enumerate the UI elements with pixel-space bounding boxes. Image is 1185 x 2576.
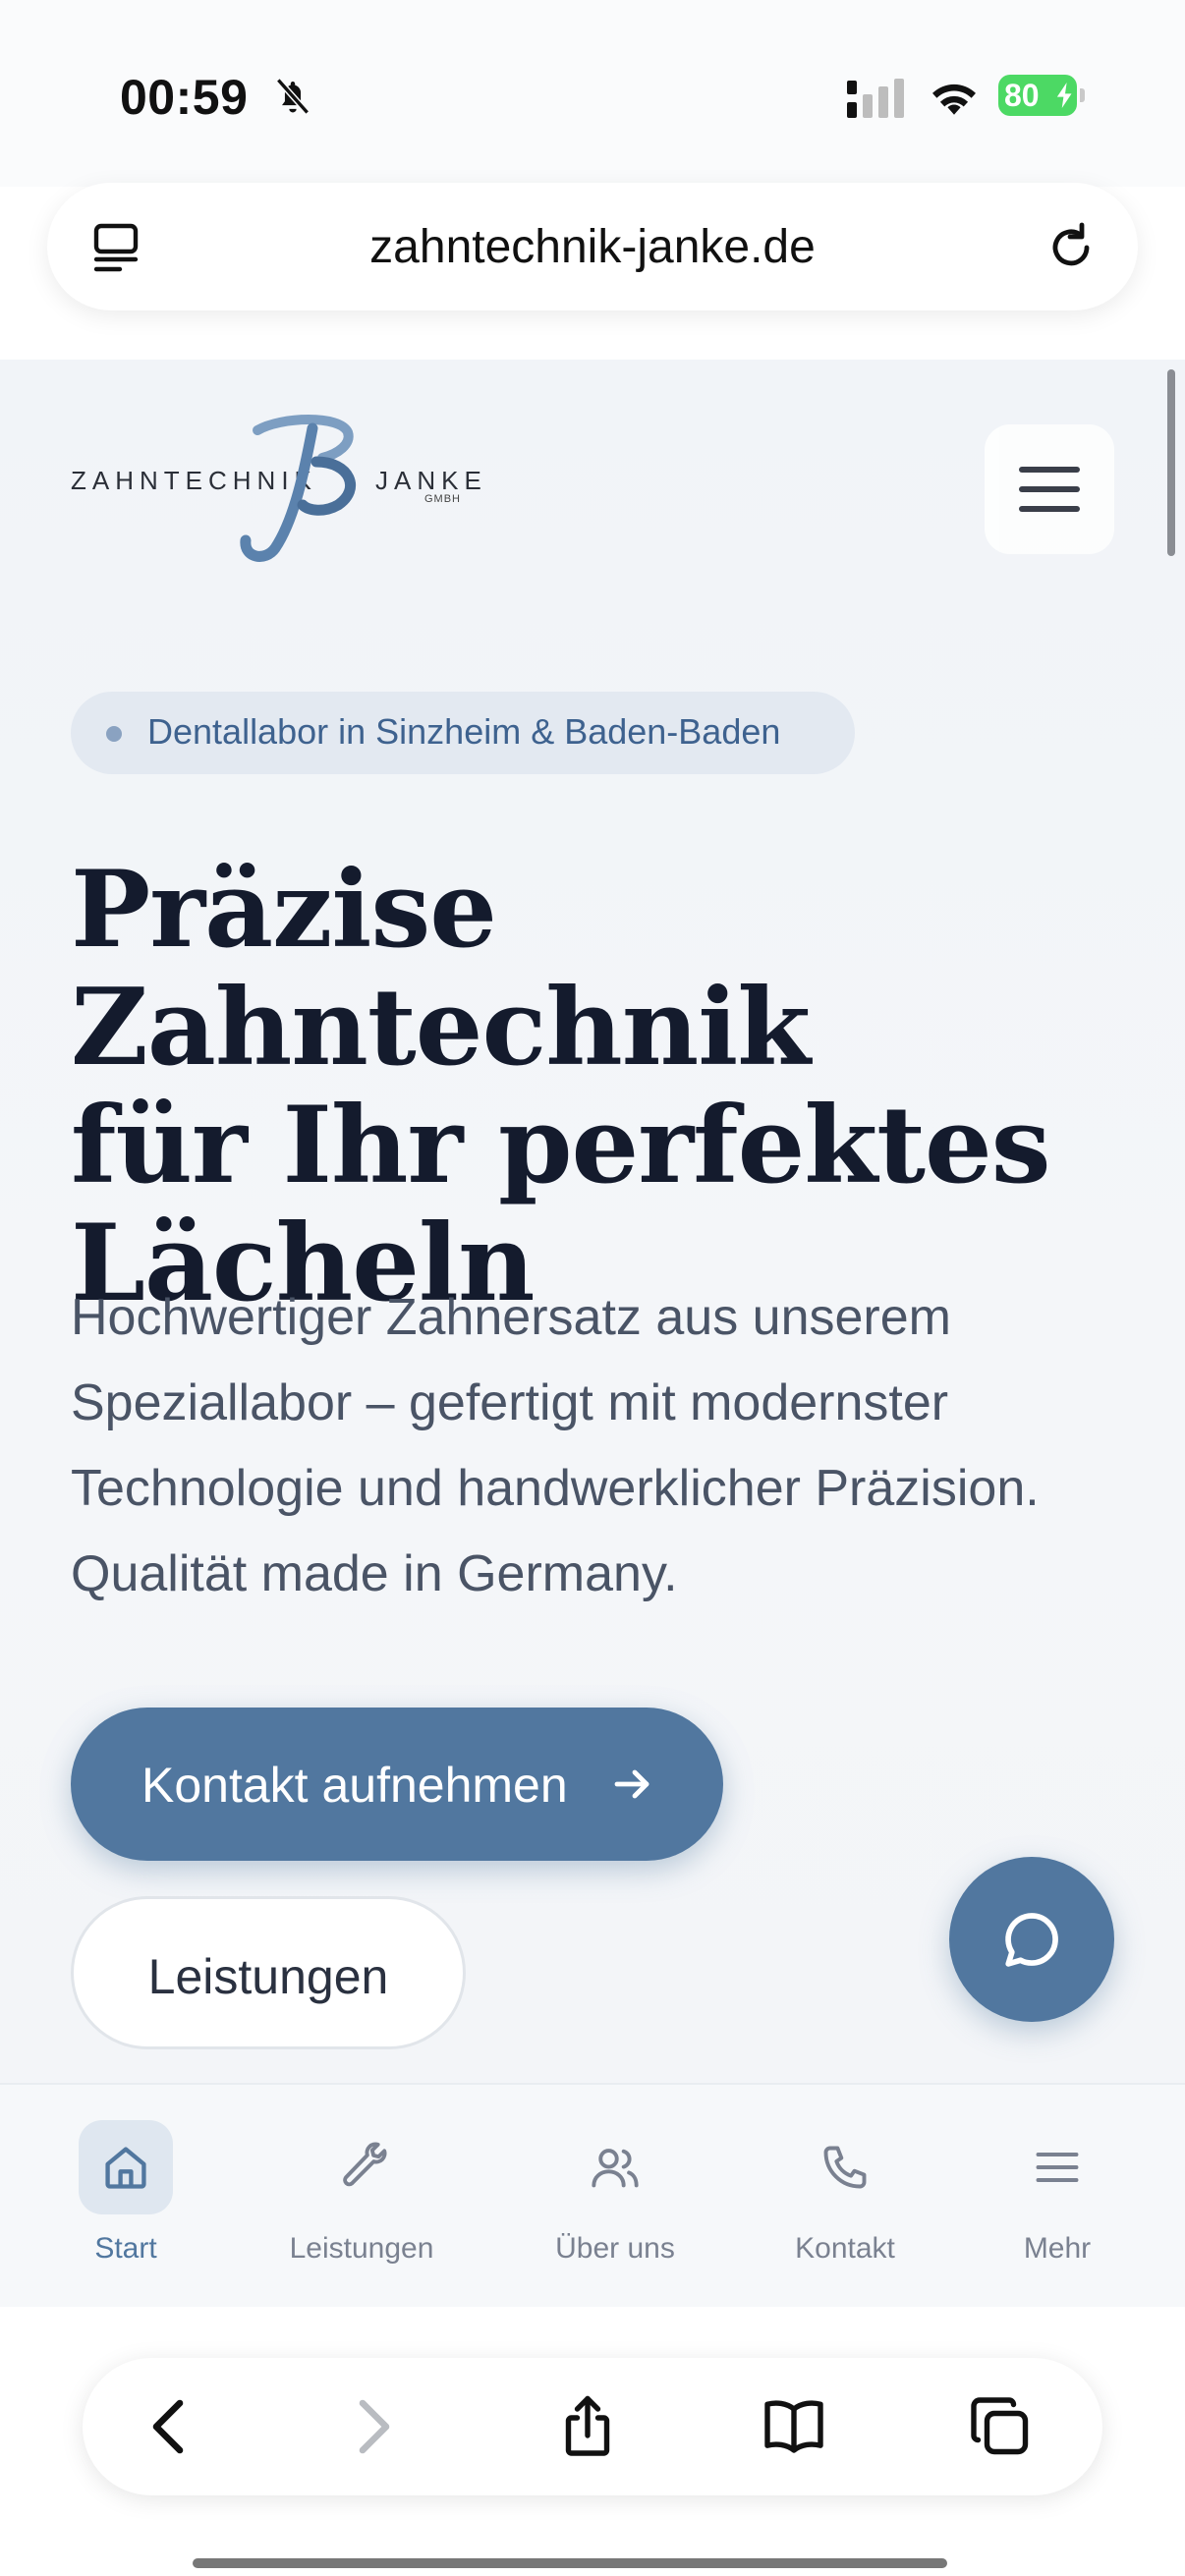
hero-title-line-1: Präzise Zahntechnik	[71, 848, 811, 1090]
nav-icon-container	[798, 2120, 892, 2214]
bottom-nav: Start Leistungen Über uns Kontakt Mehr	[0, 2083, 1185, 2307]
url-text[interactable]: zahntechnik-janke.de	[47, 220, 1138, 274]
contact-button-label: Kontakt aufnehmen	[141, 1758, 568, 1813]
back-icon	[152, 2399, 184, 2454]
nav-item-leistungen[interactable]: Leistungen	[263, 2085, 460, 2309]
chat-button[interactable]	[949, 1857, 1114, 2022]
wifi-icon	[932, 84, 976, 115]
hero-title-line-2: für Ihr perfektes	[71, 1084, 1051, 1207]
forward-icon	[359, 2399, 390, 2454]
phone-icon	[823, 2146, 867, 2189]
web-page: ZAHNTECHNIK JANKE GMBH Dentallabor in Si…	[0, 360, 1185, 2085]
battery-level: 80	[1004, 78, 1040, 113]
status-time: 00:59	[120, 70, 249, 125]
nav-icon-container	[568, 2120, 662, 2214]
badge-dot	[106, 726, 122, 742]
logo-suffix: GMBH	[424, 493, 461, 505]
status-bar: 00:59 80	[0, 0, 1185, 187]
arrow-right-icon	[614, 1769, 649, 1799]
nav-item-ueber-uns[interactable]: Über uns	[517, 2085, 713, 2309]
cellular-signal-icon	[847, 79, 904, 118]
forward-button[interactable]	[336, 2391, 407, 2462]
nav-label-ueber-uns: Über uns	[555, 2232, 675, 2265]
hamburger-icon	[1019, 467, 1080, 512]
nav-item-start[interactable]: Start	[28, 2085, 224, 2309]
logo-text-right: JANKE	[375, 466, 487, 495]
bookmarks-button[interactable]	[759, 2391, 829, 2462]
wrench-icon	[343, 2142, 387, 2187]
badge-text: Dentallabor in Sinzheim & Baden-Baden	[147, 711, 781, 752]
logo-monogram	[240, 415, 356, 562]
nav-label-start: Start	[94, 2232, 157, 2265]
hero-description: Hochwertiger Zahnersatz aus unserem Spez…	[71, 1289, 1040, 1602]
nav-icon-container	[314, 2120, 409, 2214]
battery-indicator: 80	[998, 75, 1085, 116]
nav-item-kontakt[interactable]: Kontakt	[747, 2085, 943, 2309]
chat-bubble-icon	[1005, 1913, 1058, 1967]
nav-item-mehr[interactable]: Mehr	[959, 2085, 1156, 2309]
address-bar[interactable]: zahntechnik-janke.de	[47, 183, 1138, 310]
battery-charging-icon	[1056, 83, 1072, 108]
home-indicator	[193, 2558, 947, 2568]
hero-title: Präzise Zahntechnik für Ihr perfektes Lä…	[71, 851, 1132, 1322]
home-icon	[105, 2147, 146, 2189]
services-button-label: Leistungen	[147, 1949, 389, 2004]
nav-label-kontakt: Kontakt	[795, 2232, 895, 2265]
nav-label-leistungen: Leistungen	[289, 2232, 434, 2265]
share-icon	[565, 2395, 610, 2456]
menu-button[interactable]	[985, 424, 1114, 554]
scroll-indicator[interactable]	[1167, 369, 1175, 556]
nav-icon-container	[1010, 2120, 1104, 2214]
bookmarks-icon	[764, 2400, 823, 2453]
menu-icon	[1036, 2153, 1079, 2182]
browser-toolbar-pill	[83, 2358, 1102, 2495]
users-icon	[592, 2149, 639, 2188]
bell-slash-icon	[276, 78, 310, 115]
nav-label-mehr: Mehr	[1023, 2232, 1092, 2265]
location-badge: Dentallabor in Sinzheim & Baden-Baden	[71, 692, 855, 774]
tabs-icon	[971, 2397, 1029, 2455]
tabs-button[interactable]	[965, 2391, 1036, 2462]
services-button[interactable]: Leistungen	[71, 1896, 466, 2049]
nav-icon-container	[79, 2120, 173, 2214]
back-button[interactable]	[136, 2391, 206, 2462]
contact-button[interactable]: Kontakt aufnehmen	[71, 1708, 723, 1861]
browser-toolbar	[0, 2307, 1185, 2576]
reload-icon[interactable]	[1044, 218, 1099, 273]
share-button[interactable]	[552, 2391, 623, 2462]
